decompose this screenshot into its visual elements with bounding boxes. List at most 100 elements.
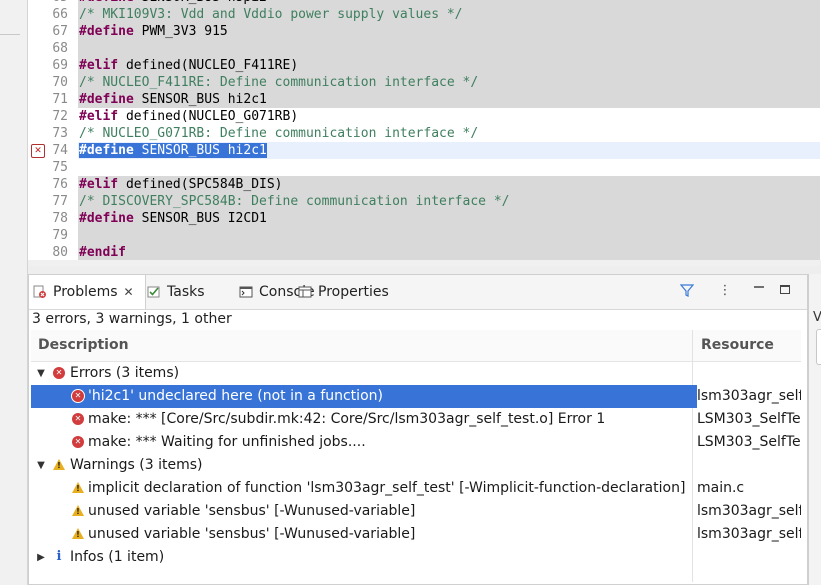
warning-icon <box>72 528 84 540</box>
keyword-token: #elif <box>79 109 119 124</box>
column-description[interactable]: Description <box>38 330 129 361</box>
line-number: 80 <box>52 245 68 260</box>
code-line[interactable]: 75 <box>28 159 821 176</box>
line-code: /* DISCOVERY_SPC584B: Define communicati… <box>79 193 509 210</box>
code-line[interactable]: ✕ 74 #define SENSOR_BUS hi2c1 <box>28 142 821 159</box>
selected-text: #define SENSOR_BUS hi2c1 <box>79 143 267 158</box>
problem-resource: LSM303_SelfTest <box>697 411 801 427</box>
problems-view: Problems ✕ Tasks Console Properties ⋮ 3 … <box>28 274 808 585</box>
line-code: /* MKI109V3: Vdd and Vddio power supply … <box>79 6 463 23</box>
line-number: 67 <box>52 24 68 39</box>
tab-tasks[interactable]: Tasks <box>147 275 205 309</box>
maximize-icon[interactable] <box>777 283 793 299</box>
problem-description: Infos (1 item) <box>70 549 165 565</box>
line-code: /* NUCLEO_G071RB: Define communication i… <box>79 125 478 142</box>
properties-icon <box>298 285 312 299</box>
line-background <box>78 159 820 176</box>
code-line[interactable]: 78 #define SENSOR_BUS I2CD1 <box>28 210 821 227</box>
problems-icon <box>33 285 47 299</box>
problem-description: Errors (3 items) <box>70 365 180 381</box>
problems-table[interactable]: Description Resource ▼ Errors (3 items) 'h… <box>31 330 801 582</box>
tab-properties[interactable]: Properties <box>298 275 389 309</box>
code-line[interactable]: 66 /* MKI109V3: Vdd and Vddio power suppl… <box>28 6 821 23</box>
problem-resource: LSM303_SelfTest <box>697 434 801 450</box>
filter-icon[interactable] <box>679 283 695 299</box>
expand-down-icon[interactable]: ▼ <box>35 454 47 477</box>
info-icon: i <box>56 549 62 564</box>
tab-label: Properties <box>318 284 389 300</box>
problem-row[interactable]: implicit declaration of function 'lsm303… <box>31 477 801 500</box>
console-icon <box>239 285 253 299</box>
tab-label: Tasks <box>167 284 205 300</box>
left-side-panel <box>0 0 28 585</box>
line-number: 77 <box>52 194 68 209</box>
code-line[interactable]: 67 #define PWM_3V3 915 <box>28 23 821 40</box>
comment-token: /* MKI109V3: Vdd and Vddio power supply … <box>79 7 463 22</box>
column-resource[interactable]: Resource <box>701 330 774 361</box>
line-code: #define SENSOR_BUS hi2c1 <box>79 142 267 159</box>
line-code: /* NUCLEO_F411RE: Define communication i… <box>79 74 478 91</box>
code-line[interactable]: 72 #elif defined(NUCLEO_G071RB) <box>28 108 821 125</box>
problem-group-row[interactable]: ▼ Errors (3 items) <box>31 362 801 385</box>
code-line[interactable]: 69 #elif defined(NUCLEO_F411RE) <box>28 57 821 74</box>
keyword-token: #elif <box>79 58 119 73</box>
minimize-icon[interactable] <box>751 283 767 299</box>
code-line[interactable]: 73 /* NUCLEO_G071RB: Define communication… <box>28 125 821 142</box>
keyword-token: #define <box>79 92 134 107</box>
code-line[interactable]: 77 /* DISCOVERY_SPC584B: Define communica… <box>28 193 821 210</box>
line-background <box>78 244 820 261</box>
error-icon <box>72 413 84 425</box>
close-icon[interactable]: ✕ <box>124 285 134 299</box>
code-editor[interactable]: 65#define SENSOR_BUS hspi266/* MKI109V3:… <box>28 0 821 266</box>
code-token: defined(SPC584B_DIS) <box>118 177 283 192</box>
line-code: #endif <box>79 244 126 261</box>
expand-right-icon[interactable]: ▶ <box>35 546 47 569</box>
line-gutter: 78 <box>28 210 76 227</box>
line-code: #define SENSOR_BUS hi2c1 <box>79 91 267 108</box>
problem-row[interactable]: unused variable 'sensbus' [-Wunused-vari… <box>31 500 801 523</box>
tab-label: Problems <box>53 284 118 300</box>
code-line[interactable]: 80 #endif <box>28 244 821 261</box>
problem-row[interactable]: unused variable 'sensbus' [-Wunused-vari… <box>31 523 801 546</box>
keyword-token: #define <box>79 0 134 5</box>
line-number: 69 <box>52 58 68 73</box>
code-token: defined(NUCLEO_G071RB) <box>118 109 299 124</box>
line-code: #define SENSOR_BUS I2CD1 <box>79 210 267 227</box>
error-marker-icon[interactable]: ✕ <box>31 144 45 158</box>
view-sash[interactable] <box>28 266 821 274</box>
keyword-token: #elif <box>79 177 119 192</box>
line-gutter: 68 <box>28 40 76 57</box>
problem-description: make: *** Waiting for unfinished jobs...… <box>88 434 366 450</box>
problem-description: Warnings (3 items) <box>70 457 203 473</box>
code-token: SENSOR_BUS hspi2 <box>134 0 267 5</box>
code-line[interactable]: 79 <box>28 227 821 244</box>
line-background <box>78 40 820 57</box>
line-number: 79 <box>52 228 68 243</box>
problem-group-row[interactable]: ▼ Warnings (3 items) <box>31 454 801 477</box>
code-token: defined(NUCLEO_F411RE) <box>118 58 299 73</box>
line-number: 70 <box>52 75 68 90</box>
problem-row[interactable]: 'hi2c1' undeclared here (not in a functi… <box>31 385 801 408</box>
code-line[interactable]: 76 #elif defined(SPC584B_DIS) <box>28 176 821 193</box>
keyword-token: #define <box>79 24 134 39</box>
code-line[interactable]: 70 /* NUCLEO_F411RE: Define communication… <box>28 74 821 91</box>
keyword-token: #define <box>79 211 134 226</box>
line-number: 66 <box>52 7 68 22</box>
expand-down-icon[interactable]: ▼ <box>35 362 47 385</box>
problem-row[interactable]: make: *** [Core/Src/subdir.mk:42: Core/S… <box>31 408 801 431</box>
code-line[interactable]: 71 #define SENSOR_BUS hi2c1 <box>28 91 821 108</box>
line-gutter: 69 <box>28 57 76 74</box>
code-token: SENSOR_BUS hi2c1 <box>133 92 267 107</box>
code-line[interactable]: 68 <box>28 40 821 57</box>
line-gutter: ✕ 74 <box>28 142 76 159</box>
table-header: Description Resource <box>31 330 801 362</box>
line-number: 71 <box>52 92 68 107</box>
line-number: 78 <box>52 211 68 226</box>
problem-row[interactable]: make: *** Waiting for unfinished jobs...… <box>31 431 801 454</box>
line-number: 68 <box>52 41 68 56</box>
view-menu-icon[interactable]: ⋮ <box>717 283 733 299</box>
line-background <box>78 227 820 244</box>
problem-group-row[interactable]: ▶ i Infos (1 item) <box>31 546 801 569</box>
tab-problems[interactable]: Problems ✕ <box>29 275 146 309</box>
problem-resource: lsm303agr_self_test.c <box>697 503 801 519</box>
